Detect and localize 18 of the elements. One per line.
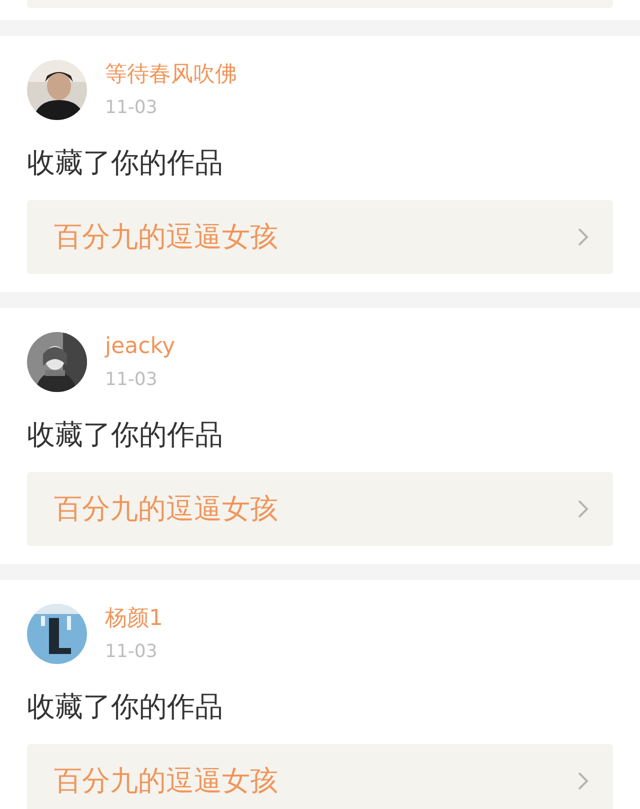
date-text: 11-03: [105, 368, 158, 392]
action-text: 收藏了你的作品: [27, 690, 224, 724]
work-title: 百分九的逗逼女孩: [54, 223, 278, 251]
action-text: 收藏了你的作品: [27, 418, 224, 452]
action-text: 收藏了你的作品: [27, 146, 224, 180]
date-text: 11-03: [105, 96, 158, 120]
chevron-right-icon: [577, 227, 589, 247]
work-link-box[interactable]: 百分九的逗逼女孩: [27, 200, 613, 274]
work-link-box[interactable]: 百分九的逗逼女孩: [27, 744, 613, 809]
work-link-box[interactable]: 百分九的逗逼女孩: [27, 472, 613, 546]
user-name[interactable]: jeacky: [105, 332, 176, 362]
work-title: 百分九的逗逼女孩: [54, 495, 278, 523]
date-text: 11-03: [105, 640, 158, 664]
chevron-right-icon: [577, 771, 589, 791]
work-title: 百分九的逗逼女孩: [54, 767, 278, 795]
user-name[interactable]: 杨颜1: [105, 604, 163, 634]
chevron-right-icon: [577, 499, 589, 519]
user-name[interactable]: 等待春风吹佛: [105, 60, 237, 90]
